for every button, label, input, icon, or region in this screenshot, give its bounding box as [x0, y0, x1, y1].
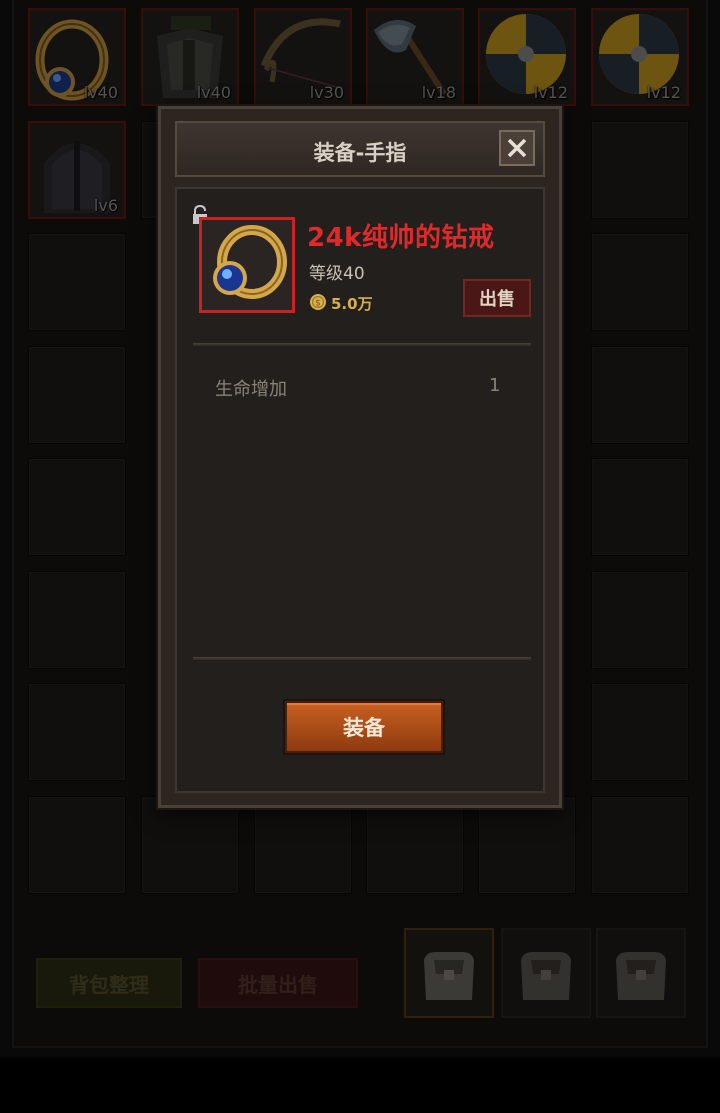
- svg-text:$: $: [315, 299, 321, 309]
- stat-value: 1: [489, 375, 501, 396]
- item-price: 5.0万: [331, 295, 373, 313]
- close-button[interactable]: [499, 130, 535, 166]
- sell-button[interactable]: 出售: [463, 279, 531, 317]
- equip-button[interactable]: 装备: [285, 701, 443, 753]
- dialog-body: 24k纯帅的钻戒 等级40 $ 5.0万 出售 生命增加 1 装备: [175, 187, 545, 793]
- close-icon: [507, 138, 527, 158]
- item-icon-frame: [199, 217, 295, 313]
- divider: [193, 343, 531, 346]
- coin-icon: $: [310, 294, 326, 310]
- dialog-header: 装备-手指: [175, 121, 545, 177]
- item-detail-dialog: 装备-手指 24k纯帅的钻戒 等级40 $ 5.0万 出售 生命增加 1 装备: [158, 106, 562, 808]
- dialog-title: 装备-手指: [313, 141, 407, 165]
- ring-icon: [213, 225, 287, 299]
- stat-name: 生命增加: [215, 379, 287, 400]
- item-name: 24k纯帅的钻戒: [307, 223, 495, 253]
- item-level: 等级40: [309, 264, 365, 284]
- divider: [193, 657, 531, 660]
